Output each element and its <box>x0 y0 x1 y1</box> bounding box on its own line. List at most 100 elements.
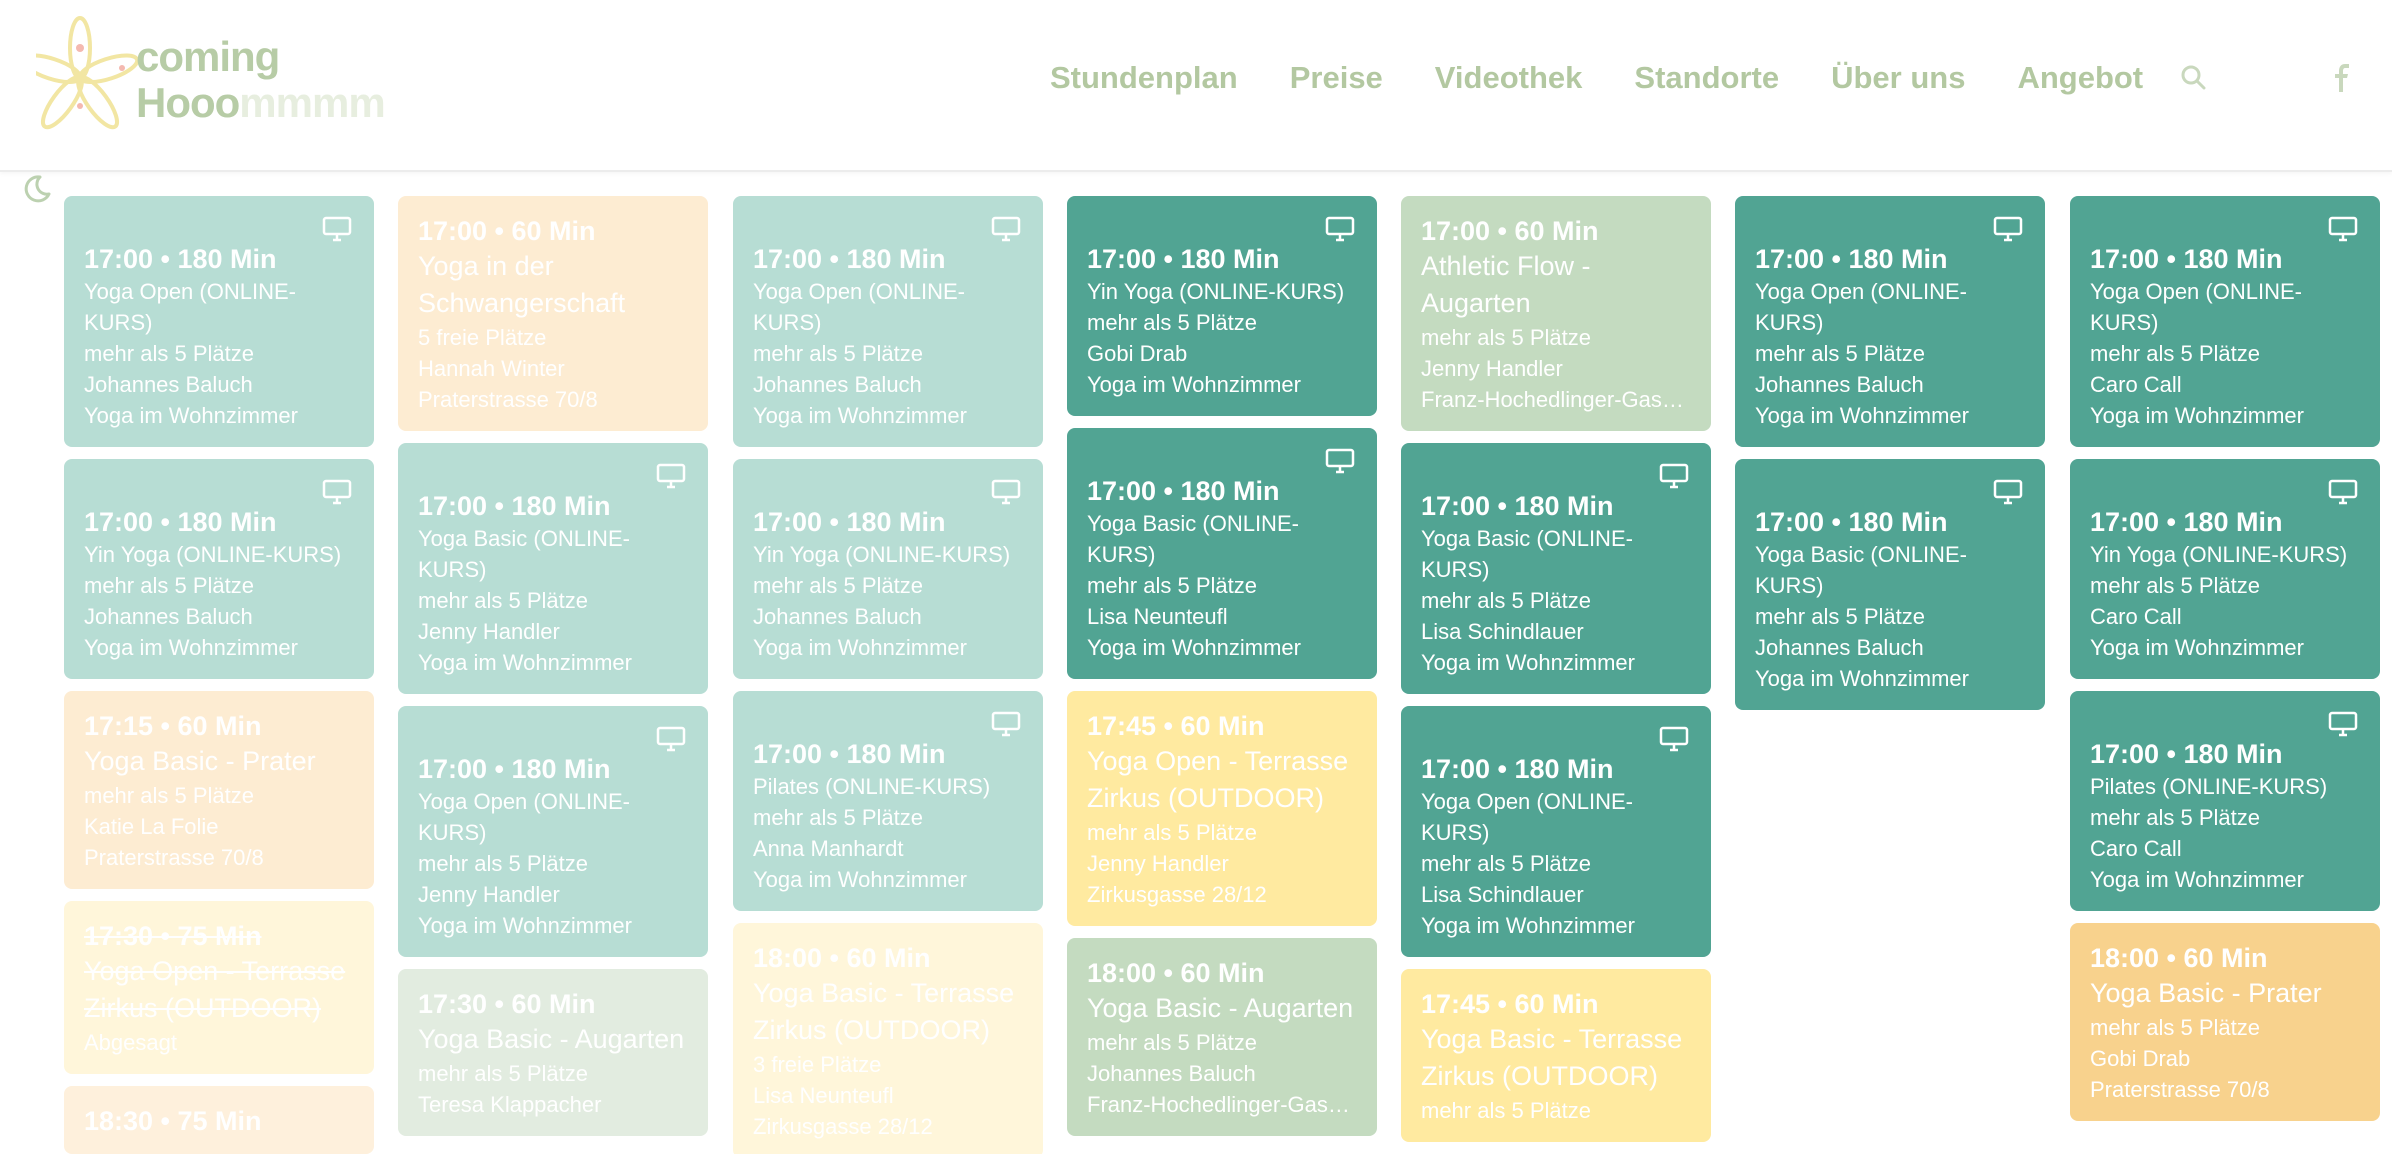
class-teacher: Lisa Neunteufl <box>1087 604 1228 629</box>
class-card[interactable]: 17:45 • 60 Min Yoga Basic - Terrasse Zirk… <box>1401 969 1711 1142</box>
class-availability: mehr als 5 Plätze <box>418 851 588 876</box>
schedule-column-6: 17:00 • 180 Min Yoga Open (ONLINE-KURS) me… <box>1735 196 2045 722</box>
class-card[interactable]: 17:45 • 60 Min Yoga Open - Terrasse Zirku… <box>1067 691 1377 926</box>
class-time: 18:00 • 60 Min <box>2090 943 2268 973</box>
class-availability: mehr als 5 Plätze <box>84 341 254 366</box>
monitor-icon <box>656 463 686 489</box>
class-availability: 5 freie Plätze <box>418 325 547 350</box>
moon-icon[interactable] <box>22 174 52 204</box>
class-time: 17:00 • 180 Min <box>2090 244 2283 274</box>
class-card[interactable]: 17:00 • 180 Min Yoga Open (ONLINE-KURS) me… <box>1735 196 2045 447</box>
facebook-icon[interactable] <box>2333 64 2351 92</box>
class-time: 17:15 • 60 Min <box>84 711 262 741</box>
class-time: 17:00 • 180 Min <box>1421 491 1614 521</box>
class-card[interactable]: 17:00 • 60 Min Athletic Flow - Augarten me… <box>1401 196 1711 431</box>
class-title: Yoga Open - Terrasse Zirkus (OUTDOOR) <box>84 956 346 1023</box>
class-card[interactable]: 17:00 • 180 Min Yoga Open (ONLINE-KURS) me… <box>733 196 1043 447</box>
class-teacher: Johannes Baluch <box>84 604 253 629</box>
monitor-icon <box>656 726 686 752</box>
nav-angebot[interactable]: Angebot <box>2017 60 2143 96</box>
class-title: Yin Yoga (ONLINE-KURS) <box>753 542 1011 567</box>
class-availability: 3 freie Plätze <box>753 1052 882 1077</box>
class-title: Yoga Open (ONLINE-KURS) <box>753 279 965 335</box>
class-teacher: Johannes Baluch <box>84 372 253 397</box>
class-time: 17:00 • 180 Min <box>84 507 277 537</box>
class-card[interactable]: 17:00 • 180 Min Pilates (ONLINE-KURS) mehr… <box>733 691 1043 911</box>
site-header: coming Hooommmm Stundenplan Preise Video… <box>0 0 2392 172</box>
class-card[interactable]: 17:00 • 180 Min Yin Yoga (ONLINE-KURS) meh… <box>733 459 1043 679</box>
class-teacher: Jenny Handler <box>1421 356 1563 381</box>
search-icon[interactable] <box>2180 64 2206 90</box>
class-card[interactable]: 17:00 • 180 Min Yoga Open (ONLINE-KURS) me… <box>398 706 708 957</box>
class-card[interactable]: 17:00 • 180 Min Yoga Basic (ONLINE-KURS) m… <box>1067 428 1377 679</box>
class-availability: mehr als 5 Plätze <box>2090 805 2260 830</box>
class-time: 17:00 • 180 Min <box>418 491 611 521</box>
class-card[interactable]: 17:00 • 180 Min Yin Yoga (ONLINE-KURS) meh… <box>2070 459 2380 679</box>
class-card[interactable]: 18:30 • 75 Min <box>64 1086 374 1154</box>
class-location: Zirkusgasse 28/12 <box>1087 882 1267 907</box>
nav-ueber-uns[interactable]: Über uns <box>1831 60 1965 96</box>
monitor-icon <box>1993 216 2023 242</box>
class-availability: mehr als 5 Plätze <box>2090 573 2260 598</box>
monitor-icon <box>1325 448 1355 474</box>
class-title: Yoga Open (ONLINE-KURS) <box>1421 789 1633 845</box>
class-location: Yoga im Wohnzimmer <box>84 403 298 428</box>
class-card[interactable]: 17:00 • 180 Min Yin Yoga (ONLINE-KURS) meh… <box>64 459 374 679</box>
class-card[interactable]: 17:00 • 180 Min Yoga Basic (ONLINE-KURS) m… <box>398 443 708 694</box>
class-time: 17:00 • 180 Min <box>2090 739 2283 769</box>
class-time: 17:00 • 180 Min <box>418 754 611 784</box>
class-availability: mehr als 5 Plätze <box>1755 341 1925 366</box>
class-location: Franz-Hochedlinger-Gas… <box>1421 387 1684 412</box>
class-availability: mehr als 5 Plätze <box>753 573 923 598</box>
class-teacher: Jenny Handler <box>418 619 560 644</box>
brand-line2: Hooommmm <box>136 79 386 126</box>
class-time: 17:00 • 180 Min <box>84 244 277 274</box>
brand-logo[interactable]: coming Hooommmm <box>36 8 436 130</box>
class-card[interactable]: 17:00 • 180 Min Yin Yoga (ONLINE-KURS) meh… <box>1067 196 1377 416</box>
class-location: Yoga im Wohnzimmer <box>418 650 632 675</box>
class-card[interactable]: 17:30 • 60 Min Yoga Basic - Augarten mehr … <box>398 969 708 1136</box>
nav-stundenplan[interactable]: Stundenplan <box>1050 60 1238 96</box>
monitor-icon <box>991 711 1021 737</box>
class-availability: Abgesagt <box>84 1030 177 1055</box>
class-card[interactable]: 18:00 • 60 Min Yoga Basic - Terrasse Zirk… <box>733 923 1043 1154</box>
brand-line1: coming <box>136 33 280 80</box>
class-teacher: Johannes Baluch <box>1755 635 1924 660</box>
class-availability: mehr als 5 Plätze <box>1087 573 1257 598</box>
class-availability: mehr als 5 Plätze <box>1755 604 1925 629</box>
class-title: Yoga Basic (ONLINE-KURS) <box>1421 526 1633 582</box>
class-title: Yoga Basic (ONLINE-KURS) <box>418 526 630 582</box>
nav-videothek[interactable]: Videothek <box>1435 60 1583 96</box>
class-card[interactable]: 17:00 • 180 Min Pilates (ONLINE-KURS) mehr… <box>2070 691 2380 911</box>
class-card[interactable]: 17:30 • 75 Min Yoga Open - Terrasse Zirku… <box>64 901 374 1074</box>
class-card[interactable]: 17:00 • 180 Min Yoga Open (ONLINE-KURS) me… <box>2070 196 2380 447</box>
class-title: Yin Yoga (ONLINE-KURS) <box>2090 542 2348 567</box>
class-card[interactable]: 17:00 • 180 Min Yoga Open (ONLINE-KURS) me… <box>1401 706 1711 957</box>
class-card[interactable]: 18:00 • 60 Min Yoga Basic - Prater mehr al… <box>2070 923 2380 1121</box>
schedule-column-3: 17:00 • 180 Min Yoga Open (ONLINE-KURS) me… <box>733 196 1043 1154</box>
class-time: 17:30 • 75 Min <box>84 921 262 951</box>
class-location: Yoga im Wohnzimmer <box>1755 403 1969 428</box>
class-card[interactable]: 18:00 • 60 Min Yoga Basic - Augarten mehr … <box>1067 938 1377 1136</box>
class-teacher: Gobi Drab <box>2090 1046 2191 1071</box>
class-card[interactable]: 17:15 • 60 Min Yoga Basic - Prater mehr al… <box>64 691 374 889</box>
class-availability: mehr als 5 Plätze <box>1421 1098 1591 1123</box>
class-teacher: Lisa Neunteufl <box>753 1083 894 1108</box>
class-card[interactable]: 17:00 • 180 Min Yoga Basic (ONLINE-KURS) m… <box>1401 443 1711 694</box>
class-card[interactable]: 17:00 • 180 Min Yoga Basic (ONLINE-KURS) m… <box>1735 459 2045 710</box>
class-time: 17:00 • 180 Min <box>1755 507 1948 537</box>
class-title: Yoga Basic - Terrasse Zirkus (OUTDOOR) <box>1421 1024 1683 1091</box>
nav-standorte[interactable]: Standorte <box>1634 60 1779 96</box>
main-nav: Stundenplan Preise Videothek Standorte Ü… <box>1050 60 2143 96</box>
schedule-column-4: 17:00 • 180 Min Yin Yoga (ONLINE-KURS) meh… <box>1067 196 1377 1148</box>
class-card[interactable]: 17:00 • 180 Min Yoga Open (ONLINE-KURS) me… <box>64 196 374 447</box>
monitor-icon <box>1659 463 1689 489</box>
class-location: Yoga im Wohnzimmer <box>753 403 967 428</box>
class-availability: mehr als 5 Plätze <box>2090 341 2260 366</box>
class-title: Yin Yoga (ONLINE-KURS) <box>1087 279 1345 304</box>
class-availability: mehr als 5 Plätze <box>753 341 923 366</box>
nav-preise[interactable]: Preise <box>1290 60 1383 96</box>
class-card[interactable]: 17:00 • 60 Min Yoga in der Schwangerschaf… <box>398 196 708 431</box>
class-availability: mehr als 5 Plätze <box>1087 820 1257 845</box>
class-location: Yoga im Wohnzimmer <box>1087 635 1301 660</box>
